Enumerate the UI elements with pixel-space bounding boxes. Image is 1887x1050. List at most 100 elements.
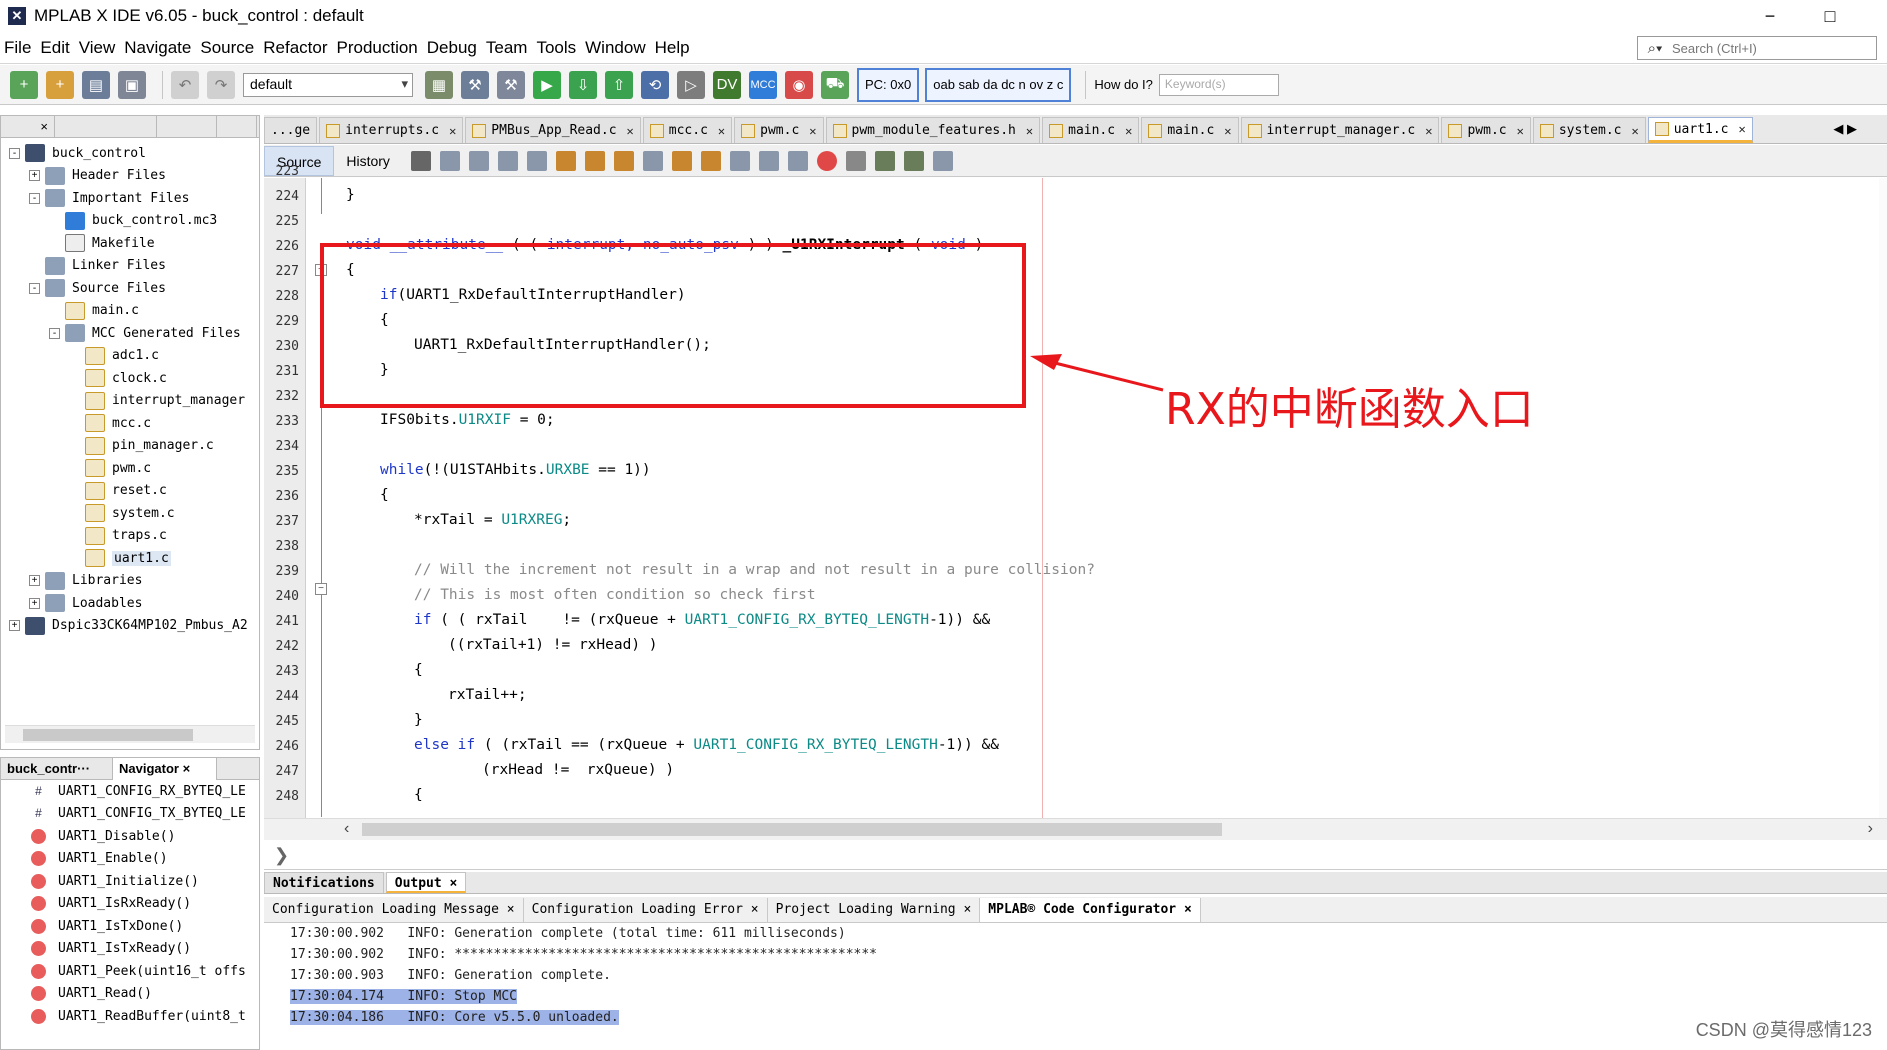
- save-all-icon[interactable]: ▣: [118, 70, 146, 99]
- files-tab[interactable]: [157, 115, 217, 138]
- menu-window[interactable]: Window: [581, 38, 650, 58]
- collapse-toggle-icon[interactable]: -: [29, 192, 40, 204]
- tree-item[interactable]: - buck_control: [1, 142, 259, 165]
- editor-tab[interactable]: pwm.c ✕: [734, 117, 824, 143]
- navigator-item[interactable]: UART1_ReadBuffer(uint8_t: [1, 1005, 259, 1028]
- menu-team[interactable]: Team: [482, 38, 533, 58]
- editor-horizontal-scrollbar[interactable]: ‹ ›: [264, 818, 1887, 840]
- maximize-button[interactable]: □: [1800, 0, 1860, 32]
- expand-toggle-icon[interactable]: +: [29, 170, 40, 182]
- navigator-item[interactable]: UART1_IsTxReady(): [1, 938, 259, 961]
- redo-icon[interactable]: ↷: [207, 70, 235, 99]
- tree-item[interactable]: + Dspic33CK64MP102_Pmbus_A2: [1, 615, 259, 638]
- new-file-icon[interactable]: +: [10, 70, 38, 99]
- read-device-icon[interactable]: ⇧: [605, 70, 633, 99]
- navigator-item[interactable]: UART1_Read(): [1, 983, 259, 1006]
- toggle-rect-icon[interactable]: [642, 150, 663, 171]
- navigator-item[interactable]: UART1_IsTxDone(): [1, 915, 259, 938]
- debug-project-icon[interactable]: ▷: [677, 70, 705, 99]
- navigator-tab[interactable]: Navigator ×: [113, 757, 217, 780]
- clean-build-icon[interactable]: ⚒: [497, 70, 525, 99]
- run-icon[interactable]: ▶: [533, 70, 561, 99]
- configuration-select[interactable]: default ▾: [243, 72, 413, 97]
- close-tab-icon[interactable]: ✕: [449, 124, 456, 138]
- navigator-item[interactable]: UART1_Disable(): [1, 825, 259, 848]
- build-icon[interactable]: ⚒: [461, 70, 489, 99]
- set-config-icon[interactable]: ▦: [425, 70, 453, 99]
- tree-item[interactable]: Makefile: [1, 232, 259, 255]
- editor-tab[interactable]: PMBus_App_Read.c ✕: [465, 117, 641, 143]
- tree-item[interactable]: + Loadables: [1, 592, 259, 615]
- editor-tab[interactable]: interrupt_manager.c ✕: [1240, 117, 1440, 143]
- editor-tab[interactable]: main.c ✕: [1042, 117, 1140, 143]
- editor-tab[interactable]: ...ge: [264, 117, 318, 143]
- fold-collapse-icon[interactable]: −: [315, 583, 327, 595]
- close-tab-icon[interactable]: ✕: [1224, 124, 1231, 138]
- mcc-icon[interactable]: MCC: [749, 70, 777, 99]
- navigator-item[interactable]: # UART1_CONFIG_RX_BYTEQ_LE: [1, 780, 259, 803]
- dv-icon[interactable]: DV: [713, 70, 741, 99]
- navigator-item[interactable]: # UART1_CONFIG_TX_BYTEQ_LE: [1, 803, 259, 826]
- open-project-icon[interactable]: ▤: [82, 70, 110, 99]
- uncomment-icon[interactable]: [903, 150, 924, 171]
- tree-item[interactable]: reset.c: [1, 480, 259, 503]
- comment-icon[interactable]: [874, 150, 895, 171]
- tree-item[interactable]: pwm.c: [1, 457, 259, 480]
- diff-icon[interactable]: [932, 150, 953, 171]
- close-tab-icon[interactable]: ✕: [809, 124, 816, 138]
- harmony-icon[interactable]: ◉: [785, 70, 813, 99]
- close-tab-icon[interactable]: ✕: [627, 124, 634, 138]
- output-subtab[interactable]: Project Loading Warning ×: [768, 897, 981, 922]
- close-tab-icon[interactable]: ✕: [1739, 122, 1746, 136]
- search-input[interactable]: ⌕▾ Search (Ctrl+I): [1637, 36, 1877, 60]
- tree-item[interactable]: uart1.c: [1, 547, 259, 570]
- expand-toggle-icon[interactable]: +: [29, 597, 40, 609]
- scroll-right-icon[interactable]: ›: [1868, 820, 1873, 838]
- back-icon[interactable]: [439, 150, 460, 171]
- scrollbar-thumb[interactable]: [23, 729, 193, 741]
- menu-source[interactable]: Source: [196, 38, 259, 58]
- menu-refactor[interactable]: Refactor: [259, 38, 332, 58]
- toggle-bookmark-icon[interactable]: [729, 150, 750, 171]
- toggle-icon[interactable]: [497, 150, 518, 171]
- editor-tab[interactable]: uart1.c ✕: [1647, 117, 1753, 143]
- close-tab-icon[interactable]: ✕: [1631, 124, 1638, 138]
- find-icon[interactable]: [526, 150, 547, 171]
- prev-bookmark-icon[interactable]: [671, 150, 692, 171]
- collapse-toggle-icon[interactable]: -: [49, 327, 60, 339]
- tree-item[interactable]: pin_manager.c: [1, 435, 259, 458]
- output-subtab[interactable]: Configuration Loading Error ×: [524, 897, 768, 922]
- editor-tab[interactable]: system.c ✕: [1532, 117, 1646, 143]
- new-project-icon[interactable]: +: [46, 70, 74, 99]
- forward-icon[interactable]: [468, 150, 489, 171]
- collapsed-panel-bar[interactable]: ❯: [264, 840, 1887, 870]
- editor-vertical-scrollbar[interactable]: [1879, 178, 1887, 818]
- tab-scroll-buttons[interactable]: ◀ ▶: [1833, 121, 1857, 137]
- close-tab-icon[interactable]: ✕: [1125, 124, 1132, 138]
- collapse-toggle-icon[interactable]: -: [9, 147, 20, 159]
- menu-view[interactable]: View: [75, 38, 121, 58]
- close-tab-icon[interactable]: ✕: [718, 124, 725, 138]
- reset-icon[interactable]: ⟲: [641, 70, 669, 99]
- tree-item[interactable]: buck_control.mc3: [1, 210, 259, 233]
- editor-tab[interactable]: pwm_module_features.h ✕: [825, 117, 1041, 143]
- tree-item[interactable]: interrupt_manager: [1, 390, 259, 413]
- tree-item[interactable]: mcc.c: [1, 412, 259, 435]
- menu-production[interactable]: Production: [332, 38, 422, 58]
- chevron-right-icon[interactable]: ❯: [274, 845, 289, 865]
- tree-item[interactable]: - MCC Generated Files: [1, 322, 259, 345]
- keyword-input[interactable]: Keyword(s): [1158, 73, 1279, 96]
- menu-debug[interactable]: Debug: [423, 38, 482, 58]
- next-bookmark-icon[interactable]: [700, 150, 721, 171]
- record-macro-icon[interactable]: [816, 150, 837, 171]
- menu-file[interactable]: File: [0, 38, 36, 58]
- editor-tab[interactable]: mcc.c ✕: [642, 117, 733, 143]
- undo-icon[interactable]: ↶: [171, 70, 199, 99]
- output-tab[interactable]: Output ×: [385, 872, 467, 893]
- stop-macro-icon[interactable]: [845, 150, 866, 171]
- tree-item[interactable]: traps.c: [1, 525, 259, 548]
- last-edit-icon[interactable]: [410, 150, 431, 171]
- navigator-item[interactable]: UART1_Initialize(): [1, 870, 259, 893]
- close-tab-icon[interactable]: ✕: [1026, 124, 1033, 138]
- buck-control-tab[interactable]: buck_contr···: [1, 757, 113, 780]
